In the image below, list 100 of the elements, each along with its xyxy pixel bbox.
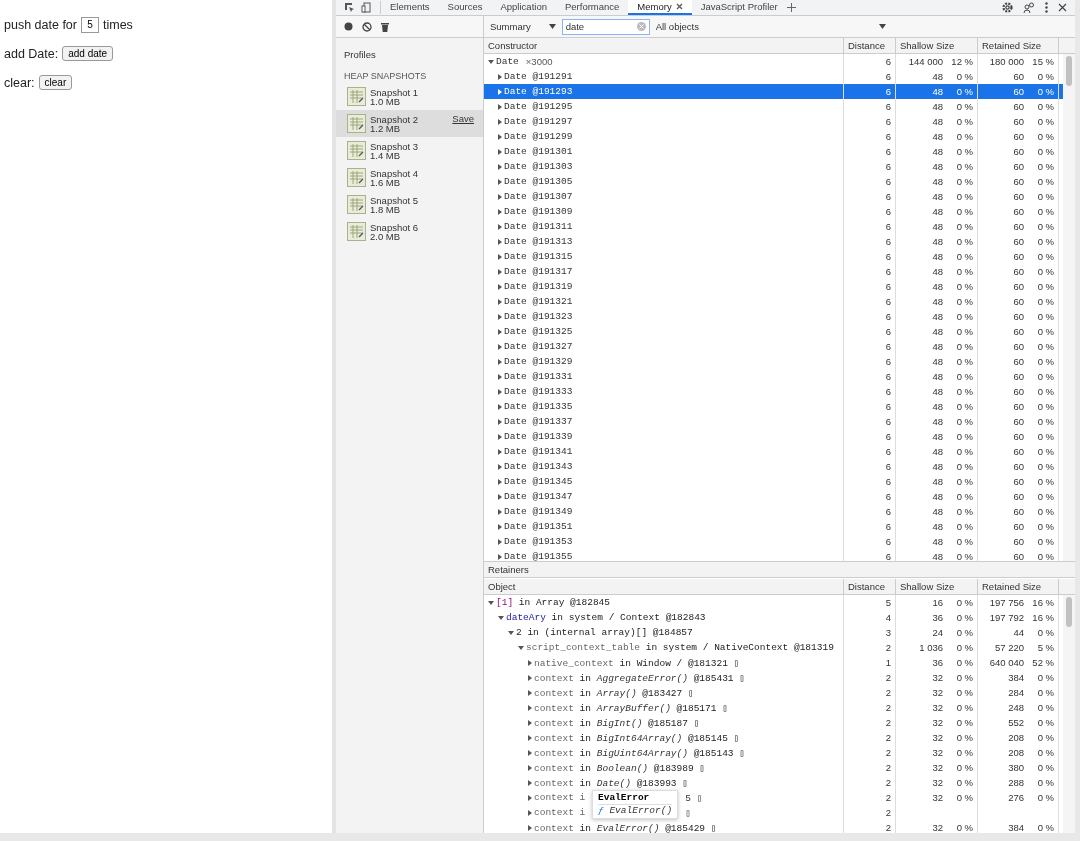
filter-field[interactable]: date	[561, 18, 650, 35]
column-header[interactable]: Retained Size	[982, 40, 1042, 51]
column-header[interactable]: Distance	[848, 40, 885, 51]
expand-icon[interactable]	[488, 59, 494, 64]
expand-icon[interactable]	[498, 403, 502, 410]
column-header[interactable]: Shallow Size	[900, 40, 955, 51]
action-button[interactable]: clear	[38, 75, 73, 90]
column-header[interactable]: Constructor	[488, 40, 538, 51]
column-header[interactable]: Object	[488, 581, 516, 592]
expand-icon[interactable]	[498, 253, 502, 260]
expand-icon[interactable]	[498, 615, 504, 620]
expand-icon[interactable]	[498, 238, 502, 245]
expand-icon[interactable]	[528, 659, 532, 666]
expand-icon[interactable]	[498, 193, 502, 200]
expand-icon[interactable]	[498, 103, 502, 110]
distance-value: 1	[885, 657, 891, 668]
expand-icon[interactable]	[528, 794, 532, 801]
expand-icon[interactable]	[498, 478, 502, 485]
snapshot-item[interactable]: Snapshot 6 2.0 MB	[336, 218, 483, 245]
expand-icon[interactable]	[498, 418, 502, 425]
snapshot-item[interactable]: Snapshot 2 1.2 MB Save	[336, 110, 483, 137]
table-row[interactable]: Date @191293 6 48 0 % 60 0 %	[484, 84, 1063, 99]
expand-icon[interactable]	[498, 493, 502, 500]
snapshot-item[interactable]: Snapshot 1 1.0 MB	[336, 83, 483, 110]
expand-icon[interactable]	[528, 734, 532, 741]
tab[interactable]: JavaScript Profiler	[691, 0, 787, 15]
distance-value: 6	[885, 206, 891, 217]
scrollbar-thumb[interactable]	[1066, 56, 1072, 86]
expand-icon[interactable]	[498, 313, 502, 320]
tab[interactable]: Sources	[438, 0, 492, 15]
expand-icon[interactable]	[498, 178, 502, 185]
clear-icon[interactable]	[362, 21, 372, 32]
expand-icon[interactable]	[498, 343, 502, 350]
expand-icon[interactable]	[498, 373, 502, 380]
record-icon[interactable]	[344, 22, 353, 31]
tab[interactable]: Performance	[555, 0, 629, 15]
scrollbar-thumb[interactable]	[1066, 597, 1072, 627]
close-icon[interactable]	[1058, 3, 1067, 12]
expand-icon[interactable]	[498, 463, 502, 470]
expand-icon[interactable]	[528, 689, 532, 696]
snapshot-item[interactable]: Snapshot 4 1.6 MB	[336, 164, 483, 191]
snapshot-item[interactable]: Snapshot 5 1.8 MB	[336, 191, 483, 218]
snapshot-item[interactable]: Snapshot 3 1.4 MB	[336, 137, 483, 164]
close-icon[interactable]	[675, 3, 683, 10]
expand-icon[interactable]	[508, 630, 514, 635]
column-header[interactable]: Distance	[848, 581, 885, 592]
device-icon[interactable]	[361, 2, 372, 13]
action-button[interactable]: add date	[62, 46, 114, 61]
expand-icon[interactable]	[498, 223, 502, 230]
expand-icon[interactable]	[498, 118, 502, 125]
save-link[interactable]: Save	[452, 113, 474, 124]
expand-icon[interactable]	[528, 674, 532, 681]
expand-icon[interactable]	[498, 208, 502, 215]
expand-icon[interactable]	[518, 645, 524, 650]
caret-icon	[548, 24, 556, 29]
size-value: 60	[1013, 311, 1024, 322]
expand-icon[interactable]	[528, 749, 532, 756]
expand-icon[interactable]	[528, 824, 532, 831]
expand-icon[interactable]	[498, 73, 502, 80]
expand-icon[interactable]	[528, 779, 532, 786]
tab[interactable]: Memory	[628, 0, 692, 15]
expand-icon[interactable]	[498, 448, 502, 455]
tab[interactable]: Elements	[381, 0, 439, 15]
expand-icon[interactable]	[498, 388, 502, 395]
object-id: ▯	[685, 806, 692, 819]
expand-icon[interactable]	[498, 163, 502, 170]
expand-icon[interactable]	[498, 148, 502, 155]
expand-icon[interactable]	[528, 764, 532, 771]
column-header[interactable]: Retained Size	[982, 581, 1042, 592]
view-dropdown[interactable]: Summary	[484, 16, 562, 37]
size-value: 60	[1013, 371, 1024, 382]
expand-icon[interactable]	[528, 704, 532, 711]
expand-icon[interactable]	[498, 538, 502, 545]
inspect-icon[interactable]	[344, 2, 355, 13]
expand-icon[interactable]	[528, 719, 532, 726]
expand-icon[interactable]	[498, 508, 502, 515]
settings-icon[interactable]	[1002, 2, 1013, 13]
column-header[interactable]: Shallow Size	[900, 581, 955, 592]
tab[interactable]: Application	[491, 0, 556, 15]
percent-value: 12 %	[950, 56, 973, 67]
people-icon[interactable]	[1023, 2, 1035, 13]
snapshot-icon	[347, 195, 366, 214]
menu-icon[interactable]	[1045, 2, 1048, 13]
expand-icon[interactable]	[498, 328, 502, 335]
expand-icon[interactable]	[488, 600, 494, 605]
size-value: 48	[932, 356, 943, 367]
count-field[interactable]: 5	[80, 16, 99, 33]
distance-value: 6	[885, 251, 891, 262]
distance-value: 2	[885, 762, 891, 773]
expand-icon[interactable]	[498, 133, 502, 140]
expand-icon[interactable]	[498, 433, 502, 440]
expand-icon[interactable]	[498, 523, 502, 530]
objects-dropdown[interactable]: All objects	[649, 21, 892, 32]
expand-icon[interactable]	[498, 283, 502, 290]
trash-icon[interactable]	[381, 21, 389, 32]
expand-icon[interactable]	[498, 268, 502, 275]
expand-icon[interactable]	[498, 298, 502, 305]
expand-icon[interactable]	[498, 358, 502, 365]
plus-icon[interactable]	[786, 3, 796, 12]
expand-icon[interactable]	[528, 809, 532, 816]
